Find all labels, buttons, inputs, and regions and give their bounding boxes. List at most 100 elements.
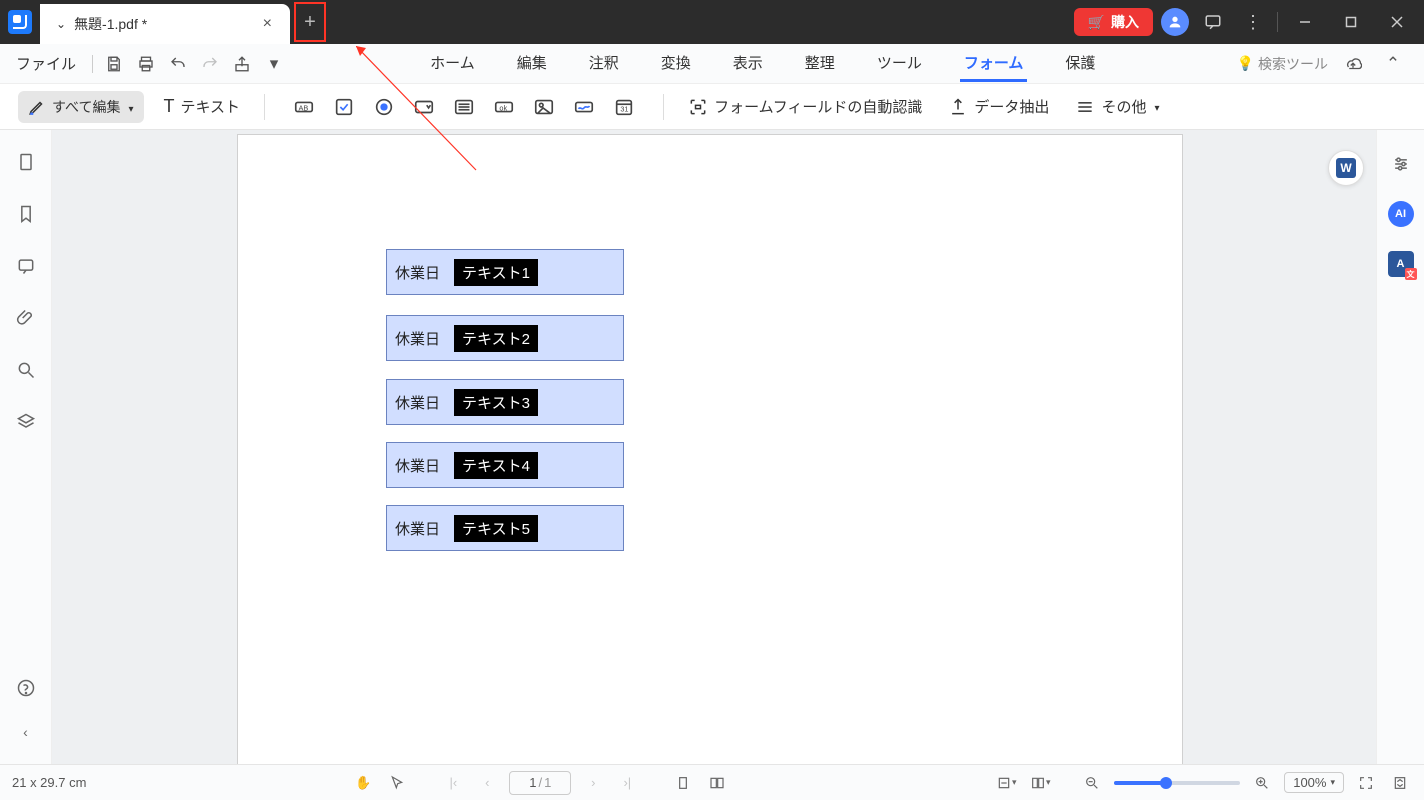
help-icon[interactable] xyxy=(14,676,38,700)
more-tools-label: その他 xyxy=(1101,96,1146,117)
form-field-label: 休業日 xyxy=(395,328,440,349)
zoom-out-icon[interactable] xyxy=(1080,771,1104,795)
page-number-input[interactable]: 1 / 1 xyxy=(509,771,571,795)
first-page-icon[interactable]: |‹ xyxy=(441,771,465,795)
menu-tab-保護[interactable]: 保護 xyxy=(1061,46,1099,82)
menu-tab-変換[interactable]: 変換 xyxy=(657,46,695,82)
search-panel-icon[interactable] xyxy=(14,358,38,382)
menu-tab-整理[interactable]: 整理 xyxy=(801,46,839,82)
new-tab-button[interactable]: + xyxy=(294,2,326,42)
total-pages: 1 xyxy=(544,775,551,790)
lightbulb-icon: 💡 xyxy=(1237,55,1254,72)
fullscreen-icon[interactable] xyxy=(1354,771,1378,795)
right-sidebar: AI A xyxy=(1376,130,1424,764)
document-tab[interactable]: ⌄ 無題-1.pdf * × xyxy=(40,4,290,44)
form-field-tag: テキスト4 xyxy=(454,452,538,479)
form-field[interactable]: 休業日テキスト3 xyxy=(386,379,624,425)
date-form-icon[interactable]: 31 xyxy=(609,92,639,122)
auto-recognize-button[interactable]: フォームフィールドの自動認識 xyxy=(688,96,922,117)
minimize-button[interactable] xyxy=(1286,4,1324,40)
quick-access-dropdown-icon[interactable]: ▾ xyxy=(259,49,289,79)
form-field-tag: テキスト2 xyxy=(454,325,538,352)
prev-page-icon[interactable]: ‹ xyxy=(475,771,499,795)
menu-tab-ツール[interactable]: ツール xyxy=(873,46,926,82)
single-page-view-icon[interactable] xyxy=(671,771,695,795)
menu-tab-ホーム[interactable]: ホーム xyxy=(426,46,479,82)
file-menu[interactable]: ファイル xyxy=(6,49,86,78)
checkbox-form-icon[interactable] xyxy=(329,92,359,122)
buy-button[interactable]: 🛒 購入 xyxy=(1074,8,1153,36)
tab-close-icon[interactable]: × xyxy=(257,13,278,35)
zoom-percent[interactable]: 100%▾ xyxy=(1284,772,1344,793)
collapse-ribbon-icon[interactable]: ⌃ xyxy=(1378,49,1408,79)
signature-form-icon[interactable] xyxy=(569,92,599,122)
properties-panel-icon[interactable] xyxy=(1387,150,1415,178)
button-form-icon[interactable]: ok xyxy=(489,92,519,122)
svg-text:31: 31 xyxy=(620,104,628,113)
search-tools[interactable]: 💡 検索ツール xyxy=(1237,54,1328,74)
last-page-icon[interactable]: ›| xyxy=(615,771,639,795)
attachments-panel-icon[interactable] xyxy=(14,306,38,330)
left-sidebar: ‹ xyxy=(0,130,52,764)
cart-icon: 🛒 xyxy=(1088,14,1105,31)
collapse-sidebar-icon[interactable]: ‹ xyxy=(14,720,38,744)
menu-tab-編集[interactable]: 編集 xyxy=(513,46,551,82)
form-field[interactable]: 休業日テキスト2 xyxy=(386,315,624,361)
zoom-slider[interactable] xyxy=(1114,781,1240,785)
svg-text:AB: AB xyxy=(299,103,309,112)
menu-tab-表示[interactable]: 表示 xyxy=(729,46,767,82)
bookmarks-panel-icon[interactable] xyxy=(14,202,38,226)
more-menu-icon[interactable]: ⋮ xyxy=(1237,6,1269,38)
svg-text:ok: ok xyxy=(499,103,507,112)
titlebar: ⌄ 無題-1.pdf * × + 🛒 購入 ⋮ xyxy=(0,0,1424,44)
form-field[interactable]: 休業日テキスト4 xyxy=(386,442,624,488)
comments-panel-icon[interactable] xyxy=(14,254,38,278)
maximize-button[interactable] xyxy=(1332,4,1370,40)
fit-page-icon[interactable] xyxy=(1388,771,1412,795)
comment-icon[interactable] xyxy=(1197,6,1229,38)
print-icon[interactable] xyxy=(131,49,161,79)
two-page-view-icon[interactable] xyxy=(705,771,729,795)
form-field-label: 休業日 xyxy=(395,262,440,283)
save-icon[interactable] xyxy=(99,49,129,79)
translate-icon[interactable]: A xyxy=(1387,250,1415,278)
textfield-form-icon[interactable]: AB xyxy=(289,92,319,122)
redo-icon[interactable] xyxy=(195,49,225,79)
zoom-in-icon[interactable] xyxy=(1250,771,1274,795)
thumbnails-panel-icon[interactable] xyxy=(14,150,38,174)
edit-all-button[interactable]: すべて編集 xyxy=(18,91,144,123)
page-dimensions: 21 x 29.7 cm xyxy=(12,775,86,790)
ai-assistant-icon[interactable]: AI xyxy=(1387,200,1415,228)
listbox-form-icon[interactable] xyxy=(449,92,479,122)
share-icon[interactable] xyxy=(227,49,257,79)
cloud-sync-icon[interactable] xyxy=(1338,49,1368,79)
convert-to-word-icon[interactable]: W xyxy=(1328,150,1364,186)
close-window-button[interactable] xyxy=(1378,4,1416,40)
read-mode-icon[interactable]: ▾ xyxy=(1028,771,1052,795)
form-field-tag: テキスト5 xyxy=(454,515,538,542)
account-avatar[interactable] xyxy=(1161,8,1189,36)
workspace: ‹ 休業日テキスト1休業日テキスト2休業日テキスト3休業日テキスト4休業日テキス… xyxy=(0,130,1424,764)
statusbar: 21 x 29.7 cm ✋ |‹ ‹ 1 / 1 › ›| ▾ ▾ 100%▾ xyxy=(0,764,1424,800)
next-page-icon[interactable]: › xyxy=(581,771,605,795)
form-field[interactable]: 休業日テキスト1 xyxy=(386,249,624,295)
data-extract-button[interactable]: データ抽出 xyxy=(948,96,1049,117)
toolbar: すべて編集 T テキスト AB ok 31 フォームフィールドの自動認識 データ… xyxy=(0,84,1424,130)
search-tools-label: 検索ツール xyxy=(1258,54,1328,74)
hand-tool-icon[interactable]: ✋ xyxy=(351,771,375,795)
text-tool[interactable]: T テキスト xyxy=(164,96,241,117)
image-form-icon[interactable] xyxy=(529,92,559,122)
undo-icon[interactable] xyxy=(163,49,193,79)
dropdown-form-icon[interactable] xyxy=(409,92,439,122)
fit-width-icon[interactable]: ▾ xyxy=(994,771,1018,795)
form-field[interactable]: 休業日テキスト5 xyxy=(386,505,624,551)
layers-panel-icon[interactable] xyxy=(14,410,38,434)
tab-dropdown-icon[interactable]: ⌄ xyxy=(56,17,66,31)
canvas[interactable]: 休業日テキスト1休業日テキスト2休業日テキスト3休業日テキスト4休業日テキスト5 xyxy=(52,130,1376,764)
menu-tab-フォーム[interactable]: フォーム xyxy=(960,46,1028,82)
select-tool-icon[interactable] xyxy=(385,771,409,795)
form-field-label: 休業日 xyxy=(395,392,440,413)
menu-tab-注釈[interactable]: 注釈 xyxy=(585,46,623,82)
radio-form-icon[interactable] xyxy=(369,92,399,122)
more-tools-button[interactable]: その他 xyxy=(1075,96,1159,117)
